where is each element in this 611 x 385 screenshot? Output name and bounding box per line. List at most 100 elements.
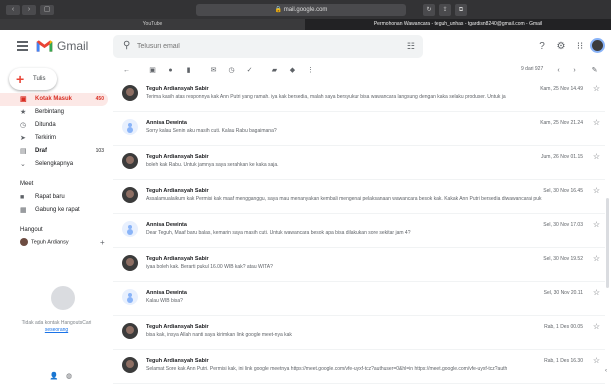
compose-plus-icon: + xyxy=(16,71,25,87)
mark-unread-icon[interactable]: ✉ xyxy=(208,65,219,76)
add-task-icon[interactable]: ✓ xyxy=(244,65,255,76)
label-icon[interactable]: ◆ xyxy=(287,65,298,76)
browser-tab-gmail[interactable]: Permohonan Wawancara - teguh_unhas - tga… xyxy=(305,19,611,30)
search-input[interactable] xyxy=(137,38,387,55)
person-icon[interactable]: 👤 xyxy=(48,372,60,382)
settings-gear-icon[interactable]: ⚙ xyxy=(555,41,567,53)
star-outline-icon[interactable]: ☆ xyxy=(593,356,600,365)
sidebar-item-new-meeting[interactable]: ■ Rapat baru xyxy=(0,191,108,204)
sidebar-item-inbox[interactable]: ▣ Kotak Masuk 450 xyxy=(0,93,108,106)
message-row[interactable]: Teguh Ardiansyah Sabir iyaa boleh kak. B… xyxy=(113,248,605,282)
star-outline-icon[interactable]: ☆ xyxy=(593,152,600,161)
sender-name: Annisa Dewinta xyxy=(146,120,187,126)
sender-name: Teguh Ardiansyah Sabir xyxy=(146,188,209,194)
sender-avatar xyxy=(122,119,138,135)
sender-avatar xyxy=(122,289,138,305)
sidebar-item-more[interactable]: ⌄ Selengkapnya xyxy=(0,158,108,171)
message-row[interactable]: Teguh Ardiansyah Sabir boleh kak Rabu. U… xyxy=(113,146,605,180)
message-row[interactable]: Annisa Dewinta Dear Teguh, Maaf baru bal… xyxy=(113,214,605,248)
hangouts-empty-icon xyxy=(51,286,75,310)
star-outline-icon[interactable]: ☆ xyxy=(593,118,600,127)
no-contacts-label: Tidak ada kontak Hangouts xyxy=(21,320,83,326)
star-outline-icon[interactable]: ☆ xyxy=(593,254,600,263)
back-icon[interactable]: ← xyxy=(121,65,132,76)
sidebar-item-label: Gabung ke rapat xyxy=(35,207,80,213)
scrollbar[interactable] xyxy=(605,78,611,385)
star-outline-icon[interactable]: ☆ xyxy=(593,220,600,229)
address-bar[interactable]: 🔒 mail.google.com xyxy=(196,4,406,16)
sidebar-item-label: Kotak Masuk xyxy=(35,96,73,102)
inbox-icon: ▣ xyxy=(20,96,27,103)
apps-grid-icon[interactable]: ⁝⁝ xyxy=(574,41,586,53)
input-tools-icon[interactable]: ✎ xyxy=(589,65,600,76)
search-bar[interactable]: ⚲ ☷ xyxy=(113,35,423,58)
share-icon[interactable]: ⇪ xyxy=(439,4,451,16)
archive-icon[interactable]: ▣ xyxy=(147,65,158,76)
sidebar-item-sent[interactable]: ➤ Terkirim xyxy=(0,132,108,145)
previous-page-icon[interactable]: ‹ xyxy=(553,65,564,76)
gmail-logo-icon xyxy=(36,40,53,52)
sidebar: + Tulis ▣ Kotak Masuk 450 ★ Berbintang ◷… xyxy=(0,64,113,385)
snooze-icon[interactable]: ◷ xyxy=(226,65,237,76)
add-hangout-icon[interactable]: + xyxy=(100,238,105,247)
clock-icon: ◷ xyxy=(20,122,27,129)
message-date: Kam, 25 Nov 21.24 xyxy=(540,120,583,126)
sender-avatar xyxy=(122,187,138,203)
scrollbar-thumb[interactable] xyxy=(606,198,609,288)
reload-icon[interactable]: ↻ xyxy=(423,4,435,16)
message-row[interactable]: Teguh Ardiansyah Sabir Assalamualaikum k… xyxy=(113,180,605,214)
sender-avatar xyxy=(122,357,138,373)
main-menu-icon[interactable] xyxy=(17,41,28,51)
message-row[interactable]: Teguh Ardiansyah Sabir Terima kasih atas… xyxy=(113,78,605,112)
sender-avatar xyxy=(122,255,138,271)
chat-bubble-icon[interactable]: ◍ xyxy=(63,372,75,382)
send-icon: ➤ xyxy=(20,135,26,142)
find-someone-link[interactable]: seseorang xyxy=(45,327,68,333)
sidebar-item-snoozed[interactable]: ◷ Ditunda xyxy=(0,119,108,132)
hangout-user[interactable]: Teguh Ardiansy xyxy=(20,238,69,246)
message-snippet: Kalau WIB bisa? xyxy=(146,298,183,304)
message-row[interactable]: Teguh Ardiansyah Sabir Selamat Sore kak … xyxy=(113,350,605,384)
delete-icon[interactable]: ▮ xyxy=(183,65,194,76)
message-row[interactable]: Annisa Dewinta Sorry kalau Senin aku mas… xyxy=(113,112,605,146)
compose-button[interactable]: + Tulis xyxy=(9,68,57,90)
help-icon[interactable]: ? xyxy=(536,41,548,53)
account-avatar[interactable] xyxy=(590,38,605,53)
star-outline-icon[interactable]: ☆ xyxy=(593,322,600,331)
more-options-icon[interactable]: ⋮ xyxy=(305,65,316,76)
star-outline-icon[interactable]: ☆ xyxy=(593,84,600,93)
report-spam-icon[interactable]: ● xyxy=(165,65,176,76)
tabs-overview-icon[interactable]: ⧉ xyxy=(455,4,467,16)
message-date: Rab, 1 Des 16.30 xyxy=(544,358,583,364)
sender-name: Teguh Ardiansyah Sabir xyxy=(146,86,209,92)
move-to-icon[interactable]: ▰ xyxy=(269,65,280,76)
expand-side-panel-icon[interactable]: ‹ xyxy=(605,368,607,374)
message-snippet: Dear Teguh, Maaf baru balas, kemarin say… xyxy=(146,230,411,236)
hangout-user-name: Teguh Ardiansy xyxy=(31,239,69,246)
sidebar-item-starred[interactable]: ★ Berbintang xyxy=(0,106,108,119)
sender-avatar xyxy=(122,153,138,169)
search-options-icon[interactable]: ☷ xyxy=(407,41,415,52)
star-outline-icon[interactable]: ☆ xyxy=(593,288,600,297)
message-snippet: Sorry kalau Senin aku masih cuti. Kalau … xyxy=(146,128,277,134)
sidebar-item-drafts[interactable]: ▤ Draf 103 xyxy=(0,145,108,158)
hangout-heading: Hangout xyxy=(20,227,43,233)
message-row[interactable]: Teguh Ardiansyah Sabir bisa kak, insya A… xyxy=(113,316,605,350)
back-arrow-icon[interactable]: ‹ xyxy=(6,5,20,15)
search-icon[interactable]: ⚲ xyxy=(123,40,130,51)
sender-name: Teguh Ardiansyah Sabir xyxy=(146,154,209,160)
star-outline-icon[interactable]: ☆ xyxy=(593,186,600,195)
sidebar-item-label: Rapat baru xyxy=(35,194,65,200)
meet-heading: Meet xyxy=(20,181,34,187)
sidebar-item-label: Berbintang xyxy=(35,109,65,115)
browser-tab-youtube[interactable]: YouTube xyxy=(0,19,305,30)
sidebar-item-join-meeting[interactable]: ▦ Gabung ke rapat xyxy=(0,204,108,217)
next-page-icon[interactable]: › xyxy=(569,65,580,76)
unread-count: 450 xyxy=(95,96,104,102)
message-snippet: iyaa boleh kak. Berarti pukul 16.00 WIB … xyxy=(146,264,273,270)
message-row[interactable]: Annisa Dewinta Kalau WIB bisa? Sel, 30 N… xyxy=(113,282,605,316)
sidebar-toggle-icon[interactable]: ▢ xyxy=(40,5,54,15)
sidebar-item-label: Ditunda xyxy=(35,122,56,128)
forward-arrow-icon[interactable]: › xyxy=(22,5,36,15)
app-name: Gmail xyxy=(57,39,89,53)
